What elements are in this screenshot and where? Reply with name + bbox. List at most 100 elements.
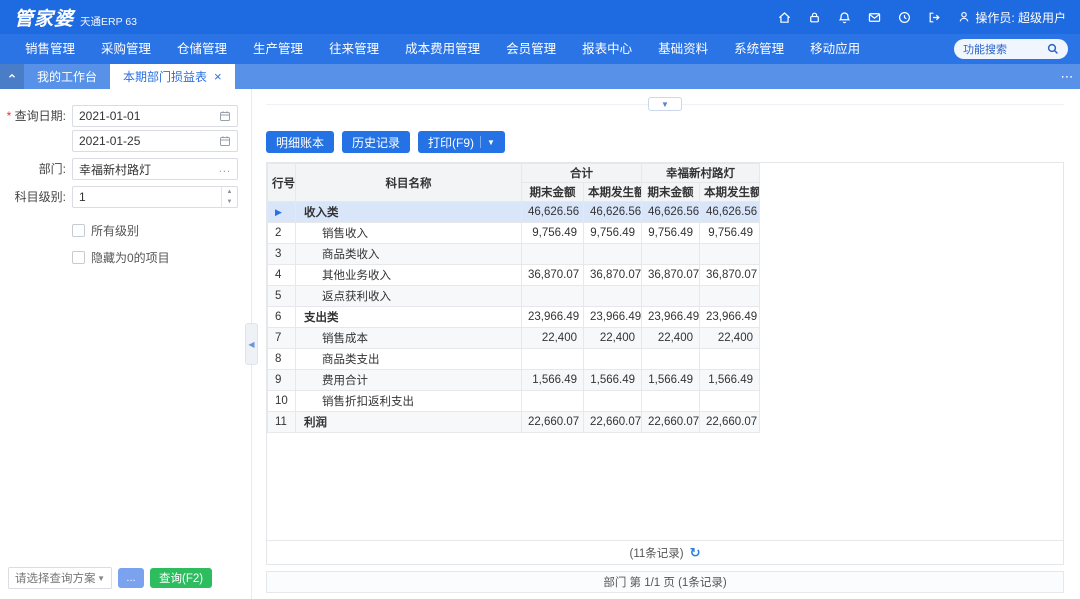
tab-close-icon[interactable]: ×	[214, 70, 222, 83]
calendar-icon[interactable]	[219, 110, 231, 122]
level-row: 科目级别: 1 ▲ ▼	[0, 186, 251, 208]
all-levels-checkbox[interactable]	[72, 224, 85, 237]
all-levels-row: 所有级别	[72, 222, 251, 239]
subject-cell: 利润	[296, 412, 522, 433]
subject-cell: 销售收入	[296, 223, 522, 244]
total-end-amount-cell: 1,566.49	[522, 370, 584, 391]
dept-period-amount-cell: 1,566.49	[700, 370, 760, 391]
subject-cell: 支出类	[296, 307, 522, 328]
total-end-amount-cell	[522, 391, 584, 412]
total-end-amount-cell: 22,400	[522, 328, 584, 349]
nav-item[interactable]: 往来管理	[316, 34, 392, 64]
dept-field[interactable]: 幸福新村路灯 ...	[72, 158, 238, 180]
date-to-field[interactable]: 2021-01-25	[72, 130, 238, 152]
clock-icon[interactable]	[897, 10, 912, 25]
refresh-icon[interactable]: ↻	[690, 545, 701, 561]
brand: 管家婆 天通ERP 63	[14, 4, 137, 31]
lock-icon[interactable]	[807, 10, 822, 25]
dept-period-amount-cell	[700, 244, 760, 265]
table-row[interactable]: 4其他业务收入36,870.0736,870.0736,870.0736,870…	[268, 265, 760, 286]
required-asterisk: *	[4, 105, 14, 127]
total-period-amount-cell: 46,626.56	[584, 202, 642, 223]
spinner-down-icon[interactable]: ▼	[222, 197, 237, 207]
nav-item[interactable]: 销售管理	[12, 34, 88, 64]
dept-picker-button[interactable]: ...	[213, 163, 231, 175]
detail-ledger-button[interactable]: 明细账本	[266, 131, 334, 153]
col-header-row-no: 行号	[268, 164, 296, 202]
total-period-amount-cell: 1,566.49	[584, 370, 642, 391]
table-row[interactable]: 3商品类收入	[268, 244, 760, 265]
chevron-down-icon: ▼	[487, 138, 495, 147]
nav-item[interactable]: 仓储管理	[164, 34, 240, 64]
date-from-field[interactable]: 2021-01-01	[72, 105, 238, 127]
spinner-up-icon[interactable]: ▲	[222, 187, 237, 197]
user-menu[interactable]: 操作员: 超级用户	[957, 9, 1066, 26]
table-row[interactable]: 2销售收入9,756.499,756.499,756.499,756.49	[268, 223, 760, 244]
table-body: ▶收入类46,626.5646,626.5646,626.5646,626.56…	[268, 202, 760, 433]
print-button[interactable]: 打印(F9) ▼	[418, 131, 505, 153]
nav-item[interactable]: 成本费用管理	[392, 34, 493, 64]
table-row[interactable]: 6支出类23,966.4923,966.4923,966.4923,966.49	[268, 307, 760, 328]
collapse-strip: ▼	[266, 97, 1064, 111]
row-no-cell: 11	[268, 412, 296, 433]
product-name: 天通ERP 63	[80, 14, 137, 29]
dept-end-amount-cell	[642, 244, 700, 265]
content-collapse-button[interactable]: ▼	[648, 97, 682, 111]
tab-overflow-button[interactable]: ⋯	[1054, 64, 1080, 89]
message-icon[interactable]	[867, 10, 882, 25]
filter-panel: * 查询日期: 2021-01-01 2021-01-25	[0, 89, 252, 599]
table-row[interactable]: ▶收入类46,626.5646,626.5646,626.5646,626.56	[268, 202, 760, 223]
bell-icon[interactable]	[837, 10, 852, 25]
subject-cell: 收入类	[296, 202, 522, 223]
logout-icon[interactable]	[927, 10, 942, 25]
scheme-more-button[interactable]: ...	[118, 568, 144, 588]
report-table: 行号 科目名称 合计 幸福新村路灯 期末金额 本期发生额 期末金额 本期发生额 …	[267, 163, 760, 433]
print-label: 打印(F9)	[428, 134, 474, 151]
nav-item[interactable]: 生产管理	[240, 34, 316, 64]
history-button[interactable]: 历史记录	[342, 131, 410, 153]
nav-item[interactable]: 采购管理	[88, 34, 164, 64]
nav-item[interactable]: 会员管理	[493, 34, 569, 64]
table-row[interactable]: 8商品类支出	[268, 349, 760, 370]
tab-item[interactable]: 本期部门损益表×	[110, 64, 235, 89]
dept-end-amount-cell: 46,626.56	[642, 202, 700, 223]
home-icon[interactable]	[777, 10, 792, 25]
tab-item[interactable]: 我的工作台	[24, 64, 110, 89]
nav-item[interactable]: 系统管理	[721, 34, 797, 64]
col-header-end-amount: 期末金额	[522, 183, 584, 202]
dept-period-amount-cell: 23,966.49	[700, 307, 760, 328]
table-row[interactable]: 7销售成本22,40022,40022,40022,400	[268, 328, 760, 349]
search-icon[interactable]	[1047, 43, 1059, 55]
nav-item[interactable]: 报表中心	[569, 34, 645, 64]
nav-item[interactable]: 移动应用	[797, 34, 873, 64]
top-actions: 操作员: 超级用户	[777, 9, 1066, 26]
total-end-amount-cell: 36,870.07	[522, 265, 584, 286]
row-no-cell: 6	[268, 307, 296, 328]
level-field[interactable]: 1 ▲ ▼	[72, 186, 238, 208]
nav-item[interactable]: 基础资料	[645, 34, 721, 64]
total-period-amount-cell: 22,400	[584, 328, 642, 349]
panel-collapse-handle[interactable]: ◀	[245, 323, 258, 365]
total-period-amount-cell	[584, 391, 642, 412]
tabbar-collapse-button[interactable]	[0, 64, 24, 89]
dept-end-amount-cell	[642, 349, 700, 370]
subject-cell: 商品类收入	[296, 244, 522, 265]
row-no-cell: 5	[268, 286, 296, 307]
query-button[interactable]: 查询(F2)	[150, 568, 212, 588]
level-value: 1	[79, 190, 86, 204]
dept-end-amount-cell: 22,400	[642, 328, 700, 349]
dept-end-amount-cell: 22,660.07	[642, 412, 700, 433]
table-row[interactable]: 9费用合计1,566.491,566.491,566.491,566.49	[268, 370, 760, 391]
query-scheme-select[interactable]: 请选择查询方案 ▼	[8, 567, 112, 589]
hide-zero-checkbox[interactable]	[72, 251, 85, 264]
row-no-cell: 7	[268, 328, 296, 349]
pager-text: 部门 第 1/1 页 (1条记录)	[603, 574, 726, 590]
function-search-input[interactable]: 功能搜索	[954, 39, 1068, 59]
query-scheme-value: 请选择查询方案	[15, 570, 96, 586]
tab-bar: 我的工作台本期部门损益表× ⋯	[0, 64, 1080, 89]
table-row[interactable]: 5返点获利收入	[268, 286, 760, 307]
calendar-icon[interactable]	[219, 135, 231, 147]
table-row[interactable]: 11利润22,660.0722,660.0722,660.0722,660.07	[268, 412, 760, 433]
table-row[interactable]: 10销售折扣返利支出	[268, 391, 760, 412]
subject-cell: 商品类支出	[296, 349, 522, 370]
